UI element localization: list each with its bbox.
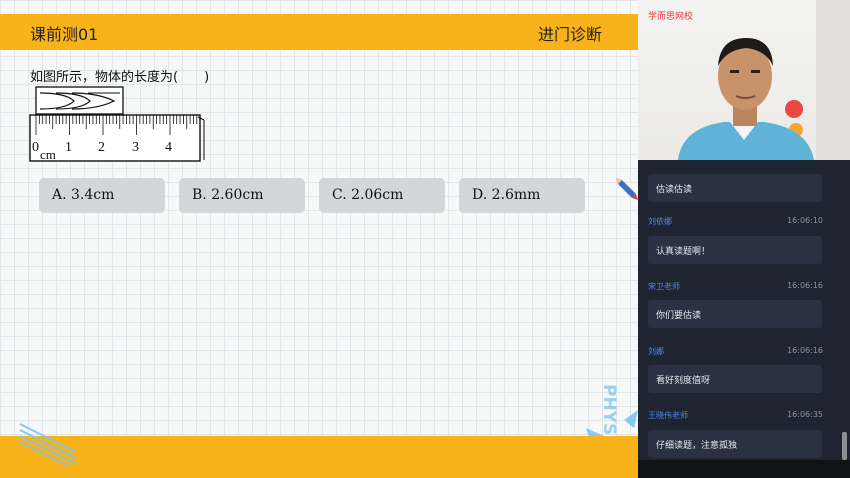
chat-message: 看好刻度值呀	[648, 365, 822, 393]
chat-message: 认真读题啊！	[648, 236, 822, 264]
choice-c-button[interactable]: C. 2.06cm	[319, 178, 445, 213]
chat-timestamp: 16:06:16	[787, 346, 823, 355]
chat-panel[interactable]: 估读估读 刘依娜 16:06:10 认真读题啊！ 宋卫老师 16:06:16 你…	[638, 160, 850, 460]
question-text: 如图所示，物体的长度为( )	[30, 70, 210, 85]
choice-d-button[interactable]: D. 2.6mm	[459, 178, 585, 213]
ruler-label-3: 3	[132, 140, 139, 155]
chat-message-header: 刘依娜 16:06:10	[648, 216, 823, 228]
slide-title: 课前测01	[30, 25, 99, 44]
ruler-figure: 0 cm 1 2 3 4	[29, 86, 205, 162]
slide-header-bar: 课前测01 进门诊断	[0, 14, 638, 50]
teacher-webcam: 学而思网校	[638, 0, 850, 160]
chat-message: 仔细读题，注意孤独	[648, 430, 822, 458]
teacher-video	[678, 0, 850, 160]
ruler-label-2: 2	[98, 140, 105, 155]
chat-message: 你们要估读	[648, 300, 822, 328]
chat-timestamp: 16:06:35	[787, 410, 823, 419]
chat-message-header: 刘娜 16:06:16	[648, 346, 823, 358]
chat-timestamp: 16:06:16	[787, 281, 823, 290]
ruler-label-4: 4	[165, 140, 172, 155]
slide-footer-bar	[0, 436, 638, 478]
choice-b-button[interactable]: B. 2.60cm	[179, 178, 305, 213]
chat-scrollbar[interactable]	[842, 432, 847, 460]
chat-sender-name: 刘娜	[648, 347, 664, 356]
chat-sender-name: 刘依娜	[648, 217, 672, 226]
chat-message-header: 宋卫老师 16:06:16	[648, 281, 823, 293]
ruler-unit: cm	[40, 147, 56, 162]
bottom-strip	[638, 460, 850, 478]
slide-section-title: 进门诊断	[537, 25, 602, 44]
chat-timestamp: 16:06:10	[787, 216, 823, 225]
lesson-slide: 课前测01 进门诊断 如图所示，物体的长度为( ) 0 cm 1 2 3 4 A…	[0, 0, 638, 478]
pencil-icon	[616, 178, 638, 200]
decorative-stripes	[19, 423, 77, 467]
ruler: 0 cm 1 2 3 4	[29, 114, 205, 162]
ruler-label-1: 1	[65, 140, 72, 155]
chat-message-header: 王晓伟老师 16:06:35	[648, 410, 823, 422]
chat-sender-name: 王晓伟老师	[648, 411, 688, 420]
measured-object	[35, 86, 124, 115]
choice-a-button[interactable]: A. 3.4cm	[39, 178, 165, 213]
chat-sender-name: 宋卫老师	[648, 282, 680, 291]
school-logo: 学而思网校	[648, 12, 694, 22]
chat-message: 估读估读	[648, 174, 822, 202]
ruler-label-0: 0	[32, 140, 39, 155]
